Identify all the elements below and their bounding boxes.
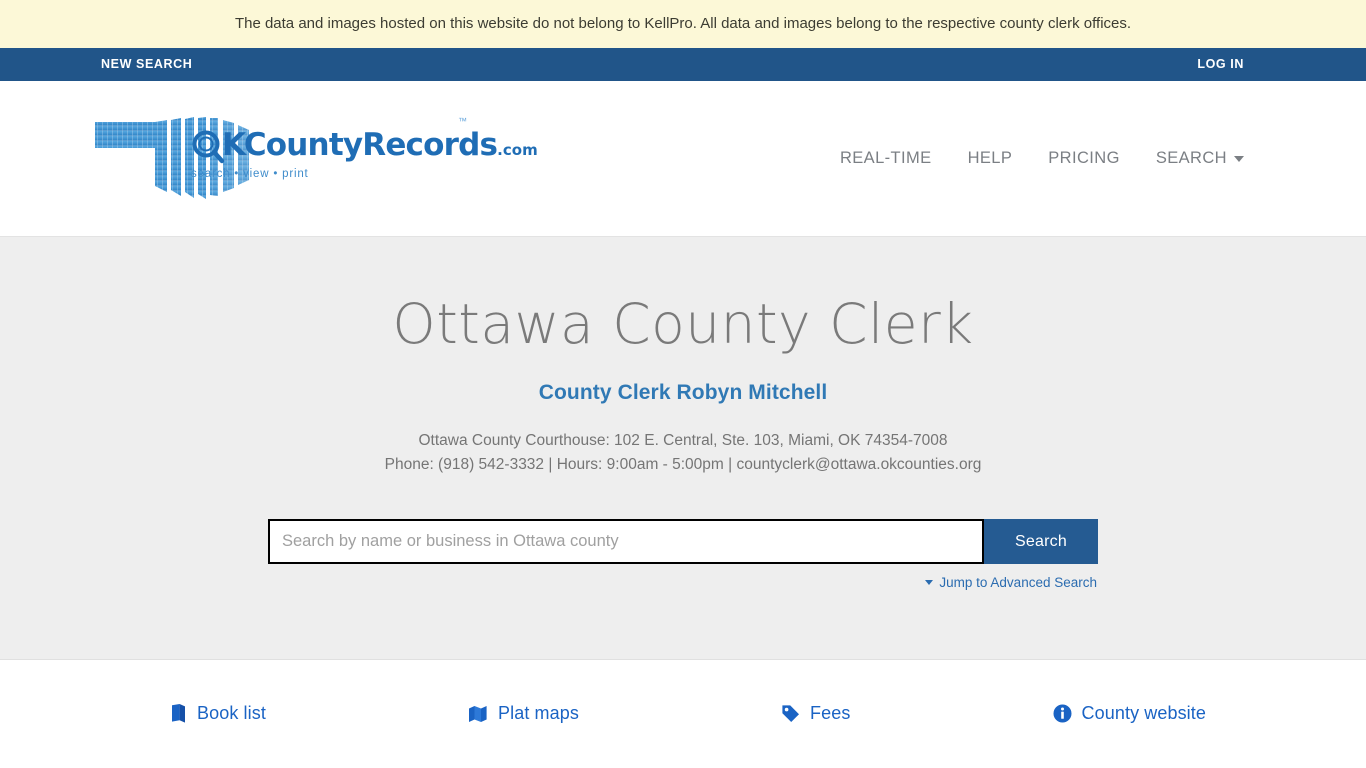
site-header: ™ KCountyRecords.com search • view • pri… <box>0 81 1366 237</box>
quick-link-label: County website <box>1081 703 1206 723</box>
logo-text-k: K <box>222 126 245 163</box>
advanced-search-wrapper: Jump to Advanced Search <box>268 572 1098 590</box>
quick-link-book-list[interactable]: Book list <box>170 703 266 724</box>
courthouse-address: Ottawa County Courthouse: 102 E. Central… <box>418 431 948 449</box>
clerk-name: County Clerk Robyn Mitchell <box>538 380 828 404</box>
site-logo[interactable]: ™ KCountyRecords.com search • view • pri… <box>93 114 538 204</box>
disclaimer-banner: The data and images hosted on this websi… <box>0 0 1366 48</box>
nav-item-real-time[interactable]: REAL-TIME <box>840 149 932 168</box>
search-input[interactable] <box>280 531 972 553</box>
quick-links-bar: Book list Plat maps Fees County website <box>0 660 1366 767</box>
logo-text-records: Records <box>362 126 498 163</box>
jump-to-advanced-search-link[interactable]: Jump to Advanced Search <box>925 575 1097 590</box>
quick-link-fees[interactable]: Fees <box>781 703 850 724</box>
quick-link-label: Book list <box>197 703 266 723</box>
chevron-down-icon <box>925 580 934 586</box>
logo-text-county: County <box>243 126 363 163</box>
disclaimer-text: The data and images hosted on this websi… <box>234 15 1132 32</box>
search-field-wrapper[interactable] <box>268 519 984 565</box>
logo-text-dotcom: .com <box>497 140 538 159</box>
tag-icon <box>781 704 800 723</box>
quick-link-plat-maps[interactable]: Plat maps <box>468 703 579 724</box>
advanced-search-label: Jump to Advanced Search <box>939 575 1097 591</box>
log-in-link[interactable]: LOG IN <box>1197 58 1244 71</box>
nav-item-search[interactable]: SEARCH <box>1156 149 1244 168</box>
new-search-link[interactable]: NEW SEARCH <box>101 58 192 71</box>
logo-tagline: search • view • print <box>191 167 309 180</box>
main-navigation: REAL-TIME HELP PRICING SEARCH <box>840 149 1244 168</box>
page-title: Ottawa County Clerk <box>392 292 974 356</box>
logo-wordmark: ™ KCountyRecords.com search • view • pri… <box>191 116 538 182</box>
top-navbar: NEW SEARCH LOG IN <box>0 48 1366 81</box>
nav-item-search-label: SEARCH <box>1155 149 1227 167</box>
chevron-down-icon <box>1234 155 1244 162</box>
book-icon <box>170 704 187 723</box>
search-row: Search <box>0 519 1366 565</box>
quick-link-label: Plat maps <box>498 703 579 723</box>
info-circle-icon <box>1053 704 1072 723</box>
magnifier-icon <box>192 130 225 163</box>
contact-info: Phone: (918) 542-3332 | Hours: 9:00am - … <box>384 455 982 473</box>
quick-link-label: Fees <box>810 703 851 723</box>
nav-item-pricing[interactable]: PRICING <box>1048 149 1120 168</box>
map-icon <box>468 705 488 723</box>
search-button[interactable]: Search <box>984 519 1098 565</box>
trademark-symbol: ™ <box>458 115 467 126</box>
quick-link-county-website[interactable]: County website <box>1053 703 1206 724</box>
nav-item-help[interactable]: HELP <box>968 149 1013 168</box>
hero-section: Ottawa County Clerk County Clerk Robyn M… <box>0 237 1366 660</box>
